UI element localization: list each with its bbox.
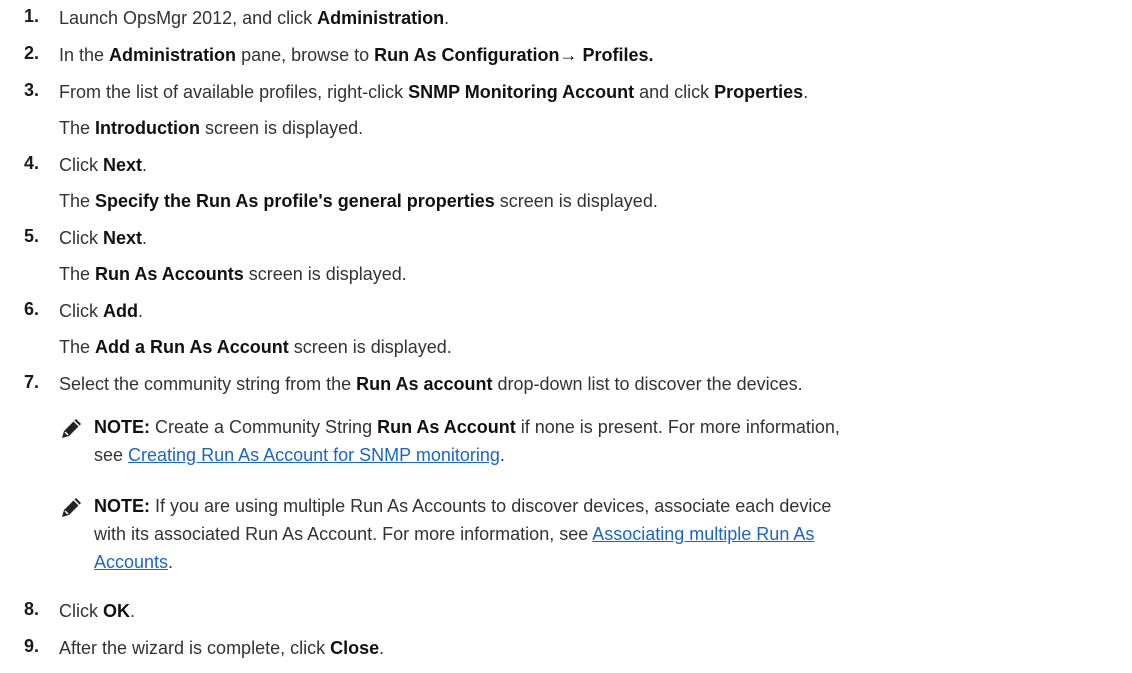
step-number: 9.: [24, 636, 40, 656]
note-1: NOTE: Create a Community String Run As A…: [59, 413, 1119, 473]
step-text: Click Next.: [59, 228, 148, 248]
step-text: Click Add.: [59, 301, 144, 321]
associating-multiple-accounts-link-cont[interactable]: Accounts: [94, 552, 168, 572]
step-text: In the Administration pane, browse to Ru…: [59, 45, 654, 65]
step-text: Click OK.: [59, 601, 136, 621]
step-text: After the wizard is complete, click Clos…: [59, 638, 385, 658]
note-pencil-icon: [62, 419, 81, 438]
step-number: 1.: [24, 6, 40, 26]
step-result: The Run As Accounts screen is displayed.: [59, 264, 407, 284]
step-result: The Specify the Run As profile's general…: [59, 191, 658, 211]
note-text: NOTE: Create a Community String Run As A…: [94, 417, 840, 465]
step-text: Click Next.: [59, 155, 148, 175]
step-number: 3.: [24, 80, 40, 100]
instructions-page: 1. Launch OpsMgr 2012, and click Adminis…: [0, 0, 1132, 673]
step-text: Launch OpsMgr 2012, and click Administra…: [59, 8, 450, 28]
step-number: 2.: [24, 43, 40, 63]
note-text: NOTE: If you are using multiple Run As A…: [94, 496, 832, 572]
step-number: 5.: [24, 226, 40, 246]
creating-run-as-account-link[interactable]: Creating Run As Account for SNMP monitor…: [128, 445, 500, 465]
step-result: The Add a Run As Account screen is displ…: [59, 337, 452, 357]
step-number: 4.: [24, 153, 40, 173]
step-number: 6.: [24, 299, 40, 319]
associating-multiple-accounts-link[interactable]: Associating multiple Run As: [592, 524, 814, 544]
step-text: From the list of available profiles, rig…: [59, 82, 809, 102]
note-pencil-icon: [62, 498, 81, 517]
step-number: 8.: [24, 599, 40, 619]
step-number: 7.: [24, 372, 40, 392]
step-result: The Introduction screen is displayed.: [59, 118, 364, 138]
note-2: NOTE: If you are using multiple Run As A…: [59, 492, 1119, 576]
step-text: Select the community string from the Run…: [59, 374, 803, 394]
